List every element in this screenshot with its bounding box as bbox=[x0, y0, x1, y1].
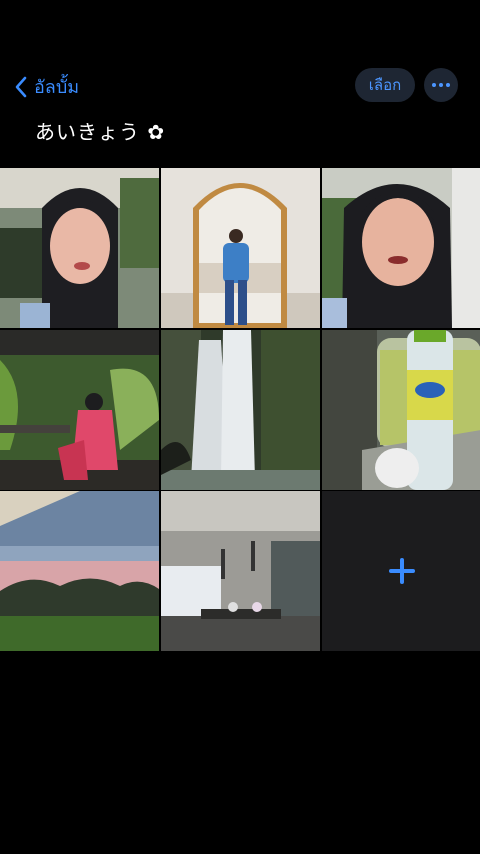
photo-thumbnail-8[interactable] bbox=[161, 491, 320, 651]
photo-thumbnail-1[interactable] bbox=[0, 168, 159, 328]
photo-thumbnail-5[interactable] bbox=[161, 330, 320, 490]
back-button[interactable]: อัลบั้ม bbox=[14, 72, 79, 101]
album-title: あいきょう ✿ bbox=[35, 120, 166, 144]
nav-bar: อัลบั้ม เลือก bbox=[0, 62, 480, 108]
photo-thumbnail-7[interactable] bbox=[0, 491, 159, 651]
more-options-button[interactable] bbox=[424, 68, 458, 102]
chevron-left-icon bbox=[15, 76, 27, 97]
photo-thumbnail-6[interactable] bbox=[322, 330, 480, 490]
photo-thumbnail-4[interactable] bbox=[0, 330, 159, 490]
ellipsis-icon bbox=[432, 83, 436, 87]
add-photo-tile[interactable] bbox=[322, 491, 480, 651]
photo-thumbnail-3[interactable] bbox=[322, 168, 480, 328]
select-button[interactable]: เลือก bbox=[355, 68, 415, 102]
back-label: อัลบั้ม bbox=[34, 77, 80, 98]
plus-icon bbox=[388, 558, 415, 584]
photo-thumbnail-2[interactable] bbox=[161, 168, 320, 328]
